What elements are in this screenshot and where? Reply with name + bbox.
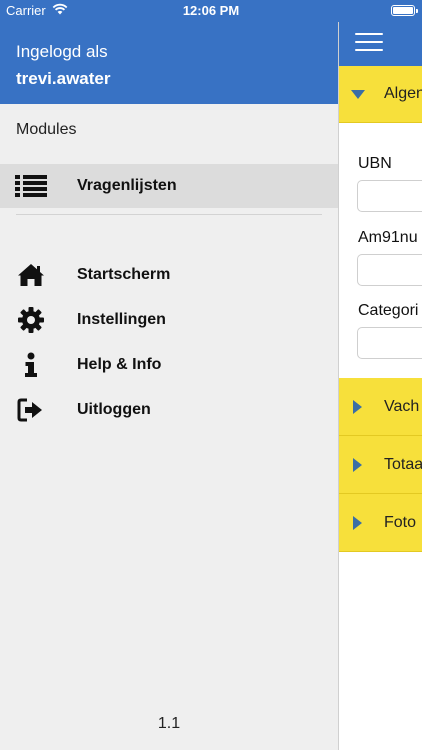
categorie-input[interactable] <box>357 327 422 359</box>
menu-item-help-info[interactable]: Help & Info <box>0 343 338 387</box>
home-icon <box>14 261 48 289</box>
section-header-foto[interactable]: Foto <box>338 494 422 552</box>
section-label: Totaa <box>384 456 422 473</box>
menu-item-label: Uitloggen <box>77 401 151 418</box>
section-label: Algen <box>384 85 422 102</box>
menu-item-startscherm[interactable]: Startscherm <box>0 253 338 297</box>
caret-right-icon <box>353 458 362 472</box>
field-label-am91nu: Am91nu <box>358 229 418 246</box>
hamburger-icon[interactable] <box>355 33 383 53</box>
menu-item-label: Instellingen <box>77 311 166 328</box>
field-label-categorie: Categori <box>358 302 419 319</box>
gear-icon <box>14 306 48 334</box>
menu-divider <box>16 214 322 215</box>
am91nu-input[interactable] <box>357 254 422 286</box>
modules-heading: Modules <box>16 121 77 138</box>
caret-right-icon <box>353 400 362 414</box>
section-header-algemeen[interactable]: Algen <box>338 66 422 123</box>
status-bar: Carrier 12:06 PM <box>0 0 422 22</box>
battery-icon <box>391 5 418 16</box>
logged-in-label: Ingelogd als <box>16 42 108 61</box>
menu-item-uitloggen[interactable]: Uitloggen <box>0 388 338 432</box>
section-header-vacht[interactable]: Vach <box>338 378 422 436</box>
logout-icon <box>14 396 48 424</box>
menu-item-vragenlijsten[interactable]: Vragenlijsten <box>0 164 338 208</box>
menu-item-label: Help & Info <box>77 356 162 373</box>
field-label-ubn: UBN <box>358 155 392 172</box>
side-drawer: Ingelogd als trevi.awater Modules Vragen… <box>0 0 338 750</box>
nav-bar <box>338 22 422 66</box>
info-icon <box>14 351 48 379</box>
drawer-edge <box>338 0 339 750</box>
version-label: 1.1 <box>157 715 181 732</box>
username: trevi.awater <box>16 69 111 88</box>
caret-right-icon <box>353 516 362 530</box>
clock: 12:06 PM <box>182 3 240 18</box>
list-icon <box>14 172 48 200</box>
section-label: Vach <box>384 398 420 415</box>
section-label: Foto <box>384 514 417 531</box>
menu-item-instellingen[interactable]: Instellingen <box>0 298 338 342</box>
section-header-totaal[interactable]: Totaa <box>338 436 422 494</box>
ubn-input[interactable] <box>357 180 422 212</box>
menu-item-label: Startscherm <box>77 266 171 283</box>
main-content: Algen UBN Am91nu Categori Vach Totaa Fot… <box>338 22 422 750</box>
menu-item-label: Vragenlijsten <box>77 177 177 194</box>
caret-down-icon <box>351 90 365 99</box>
